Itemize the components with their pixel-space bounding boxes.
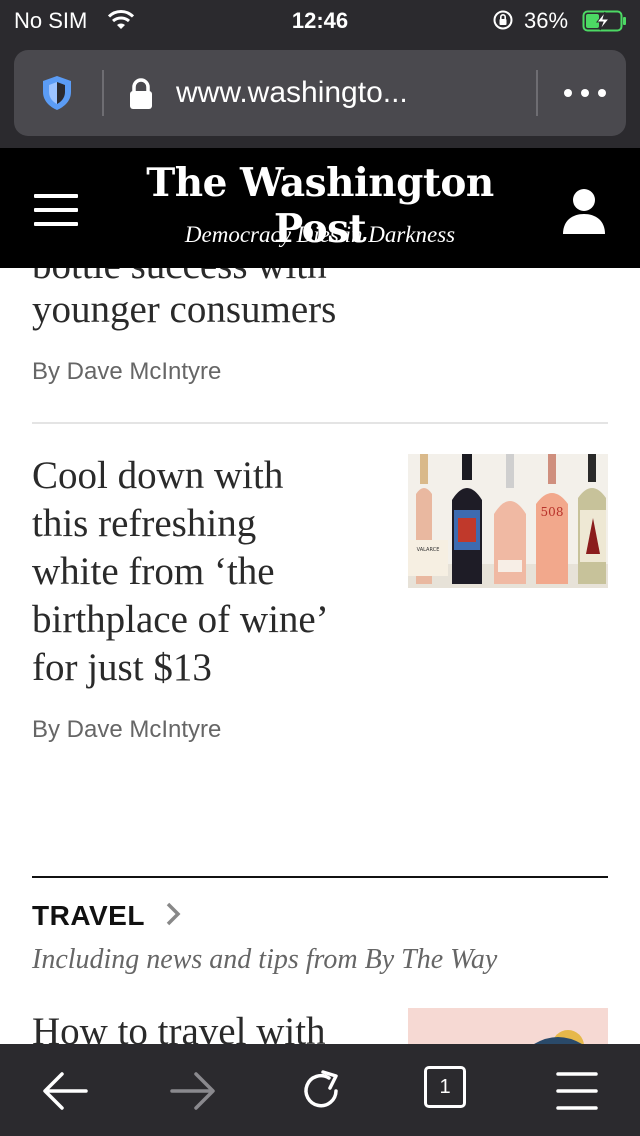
wine-bottles-image: VALARCE 508 bbox=[408, 454, 608, 588]
address-divider bbox=[102, 70, 104, 116]
site-header: The Washington Post Democracy Dies in Da… bbox=[0, 148, 640, 268]
article-headline-partial[interactable]: How to travel with bbox=[32, 1008, 326, 1044]
address-bar[interactable]: www.washingto... bbox=[14, 50, 626, 136]
tab-count[interactable]: 1 bbox=[424, 1066, 466, 1108]
headline-line[interactable]: white from ‘the bbox=[32, 548, 275, 596]
url-text[interactable]: www.washingto... bbox=[176, 76, 408, 110]
travel-thumbnail[interactable] bbox=[408, 1008, 608, 1044]
browser-chrome: www.washingto... bbox=[0, 42, 640, 148]
tabs-button[interactable]: 1 bbox=[422, 1066, 472, 1116]
hamburger-menu-icon[interactable] bbox=[34, 192, 78, 228]
article-feed: bottle success with younger consumers By… bbox=[0, 268, 640, 1044]
section-subtitle: Including news and tips from By The Way bbox=[32, 944, 498, 975]
headline-line[interactable]: birthplace of wine’ bbox=[32, 596, 329, 644]
menu-icon[interactable] bbox=[552, 1066, 602, 1116]
bottle-label-text: VALARCE bbox=[417, 547, 440, 553]
headline-line[interactable]: this refreshing bbox=[32, 500, 256, 548]
user-account-icon[interactable] bbox=[560, 186, 608, 238]
headline-line[interactable]: Cool down with bbox=[32, 452, 283, 500]
site-tagline: Democracy Dies in Darkness bbox=[184, 222, 456, 247]
forward-arrow-icon[interactable] bbox=[168, 1066, 218, 1116]
article-headline[interactable]: younger consumers bbox=[32, 286, 336, 334]
bottle-label-text: 508 bbox=[541, 505, 564, 519]
tracking-protection-shield-icon[interactable] bbox=[40, 74, 74, 112]
address-divider bbox=[536, 70, 538, 116]
more-options-icon[interactable] bbox=[560, 76, 610, 110]
padlock-icon bbox=[130, 78, 152, 109]
travel-image bbox=[408, 1008, 608, 1044]
status-bar: No SIM 12:46 36% bbox=[0, 0, 640, 42]
headline-line[interactable]: for just $13 bbox=[32, 644, 212, 692]
browser-toolbar: 1 bbox=[0, 1044, 640, 1136]
article-byline[interactable]: By Dave McIntyre bbox=[32, 358, 221, 386]
article-byline[interactable]: By Dave McIntyre bbox=[32, 716, 221, 744]
wine-bottles-thumbnail[interactable]: VALARCE 508 bbox=[408, 454, 608, 588]
back-arrow-icon[interactable] bbox=[40, 1066, 90, 1116]
chevron-right-icon[interactable] bbox=[160, 900, 186, 928]
section-divider bbox=[32, 876, 608, 878]
orientation-lock-icon bbox=[493, 10, 513, 30]
reload-icon[interactable] bbox=[296, 1066, 346, 1116]
battery-percent: 36% bbox=[524, 8, 569, 33]
battery-charging-icon bbox=[582, 10, 626, 32]
divider bbox=[32, 422, 608, 424]
section-title[interactable]: TRAVEL bbox=[32, 900, 145, 932]
